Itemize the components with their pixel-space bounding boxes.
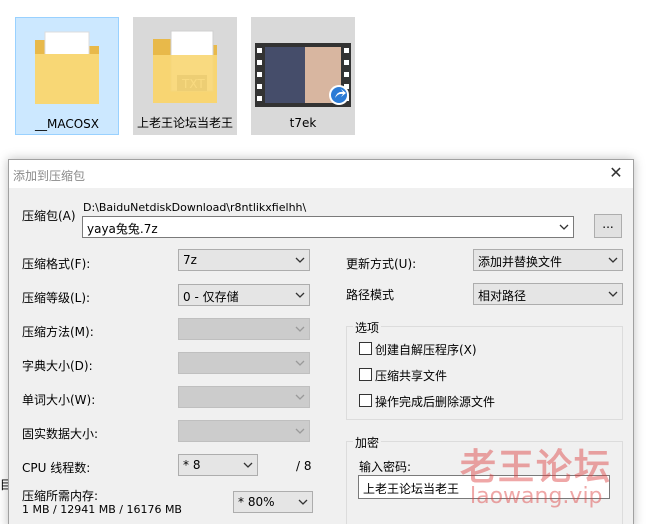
archive-name-value: yaya兔兔.7z bbox=[87, 222, 158, 236]
method-combo bbox=[178, 318, 310, 340]
checkbox-label: 压缩共享文件 bbox=[375, 369, 448, 383]
watermark-text: 老王论坛 bbox=[460, 447, 613, 488]
chevron-down-icon[interactable] bbox=[558, 222, 570, 232]
cpu-threads-value: * 8 bbox=[183, 458, 201, 472]
dialog-title: 添加到压缩包 bbox=[13, 169, 86, 183]
chevron-down-icon bbox=[607, 289, 619, 299]
update-mode-value: 添加并替换文件 bbox=[478, 255, 563, 269]
memory-values: 1 MB / 12941 MB / 16176 MB bbox=[22, 503, 182, 516]
path-mode-combo[interactable]: 相对路径 bbox=[473, 283, 623, 305]
format-value: 7z bbox=[183, 253, 197, 267]
folder-txt-icon: TXT bbox=[149, 25, 221, 112]
file-tile-macosx[interactable]: __MACOSX bbox=[15, 17, 119, 135]
archive-label: 压缩包(A) bbox=[22, 209, 76, 223]
archive-name-combo[interactable]: yaya兔兔.7z bbox=[82, 216, 574, 238]
checkbox-label: 操作完成后删除源文件 bbox=[375, 395, 496, 409]
format-label: 压缩格式(F): bbox=[22, 257, 91, 271]
path-mode-label: 路径模式 bbox=[346, 288, 395, 302]
checkbox-label: 创建自解压程序(X) bbox=[375, 343, 477, 357]
level-combo[interactable]: 0 - 仅存储 bbox=[178, 284, 310, 306]
memory-percent-combo[interactable]: * 80% bbox=[233, 491, 313, 513]
chevron-down-icon bbox=[294, 324, 306, 334]
archive-path: D:\BaiduNetdiskDownload\r8ntlikxfielhh\ bbox=[83, 201, 307, 214]
video-thumbnail-icon bbox=[255, 43, 351, 110]
chevron-down-icon bbox=[297, 497, 309, 507]
word-size-label: 单词大小(W): bbox=[22, 393, 96, 407]
password-label: 输入密码: bbox=[359, 460, 412, 474]
update-mode-combo[interactable]: 添加并替换文件 bbox=[473, 249, 623, 271]
chevron-down-icon bbox=[294, 392, 306, 402]
chevron-down-icon bbox=[294, 426, 306, 436]
method-label: 压缩方法(M): bbox=[22, 325, 94, 339]
browse-button[interactable]: ... bbox=[594, 214, 622, 238]
chevron-down-icon bbox=[607, 255, 619, 265]
level-label: 压缩等级(L): bbox=[22, 291, 91, 305]
options-group: 选项 创建自解压程序(X) 压缩共享文件 操作完成后删除源文件 bbox=[346, 319, 623, 420]
memory-label: 压缩所需内存: bbox=[22, 489, 99, 503]
checkbox-box[interactable] bbox=[359, 368, 372, 381]
update-mode-label: 更新方式(U): bbox=[346, 257, 417, 271]
checkbox-box[interactable] bbox=[359, 342, 372, 355]
encryption-title: 加密 bbox=[353, 434, 382, 451]
path-mode-value: 相对路径 bbox=[478, 289, 527, 303]
file-tile-folder[interactable]: TXT 上老王论坛当老王 bbox=[133, 17, 237, 135]
chevron-down-icon bbox=[294, 290, 306, 300]
watermark-url: laowang.vip bbox=[470, 484, 603, 509]
password-value: 上老王论坛当老王 bbox=[363, 482, 460, 496]
chevron-down-icon bbox=[294, 255, 306, 265]
format-combo[interactable]: 7z bbox=[178, 249, 310, 271]
chevron-down-icon bbox=[294, 358, 306, 368]
cpu-threads-label: CPU 线程数: bbox=[22, 461, 91, 475]
cpu-threads-max: / 8 bbox=[296, 459, 312, 473]
file-name: __MACOSX bbox=[34, 117, 99, 131]
solid-size-label: 固实数据大小: bbox=[22, 427, 99, 441]
dialog-titlebar[interactable]: 添加到压缩包 ✕ bbox=[9, 160, 633, 188]
word-size-combo bbox=[178, 386, 310, 408]
level-value: 0 - 仅存储 bbox=[183, 290, 239, 304]
folder-icon bbox=[31, 26, 103, 113]
solid-size-combo bbox=[178, 420, 310, 442]
close-icon[interactable]: ✕ bbox=[607, 164, 625, 182]
file-tile-video[interactable]: t7ek bbox=[251, 17, 355, 135]
dictionary-label: 字典大小(D): bbox=[22, 359, 93, 373]
file-name: 上老王论坛当老王 bbox=[136, 116, 233, 130]
memory-percent-value: * 80% bbox=[238, 495, 275, 509]
file-name: t7ek bbox=[289, 116, 317, 130]
checkbox-box[interactable] bbox=[359, 394, 372, 407]
dictionary-combo bbox=[178, 352, 310, 374]
chevron-down-icon bbox=[242, 460, 254, 470]
cpu-threads-combo[interactable]: * 8 bbox=[178, 454, 258, 476]
options-title: 选项 bbox=[353, 319, 382, 336]
